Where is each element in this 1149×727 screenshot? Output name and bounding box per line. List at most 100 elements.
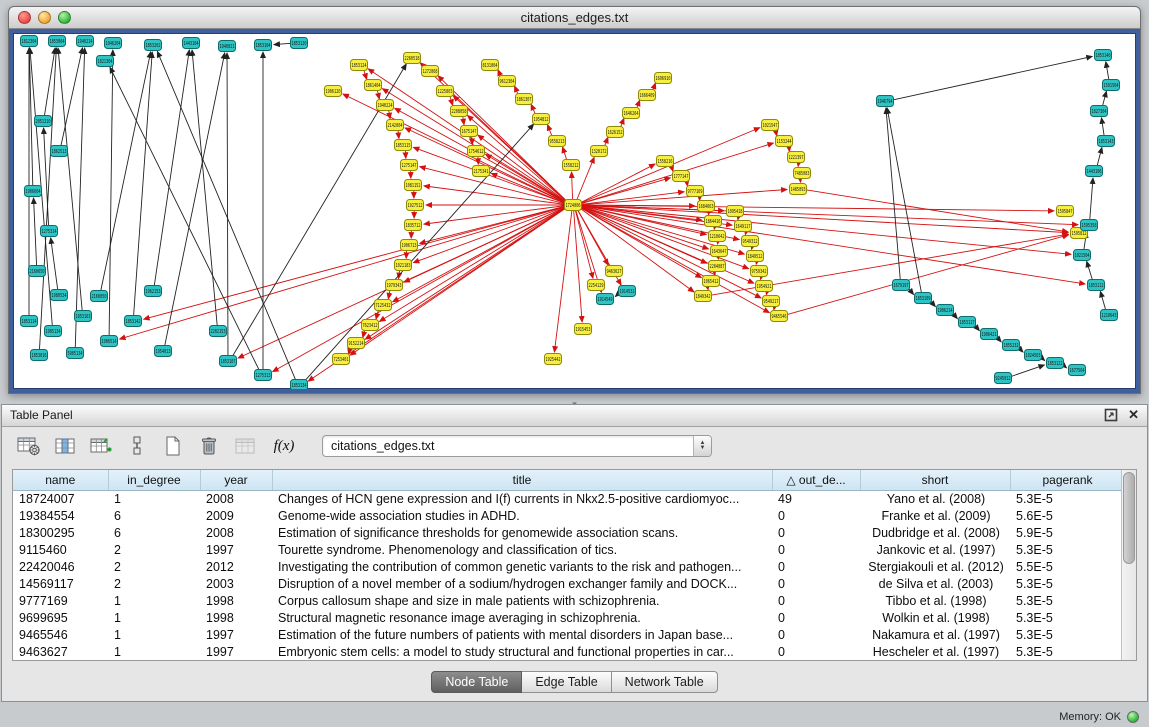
graph-node[interactable]: 1853115: [395, 140, 412, 151]
graph-node[interactable]: 1861307: [516, 94, 533, 105]
graph-node[interactable]: 1595847: [1057, 206, 1074, 217]
table-cell[interactable]: 9115460: [13, 541, 108, 558]
graph-node[interactable]: 1649117: [735, 221, 752, 232]
table-cell[interactable]: 6: [108, 507, 200, 524]
graph-node[interactable]: 1906214: [937, 305, 954, 316]
graph-edge[interactable]: [1087, 261, 1093, 280]
graph-node[interactable]: 1853134: [291, 380, 308, 390]
table-cell[interactable]: 5.3E-5: [1010, 643, 1125, 660]
graph-node[interactable]: 1095418: [727, 206, 744, 217]
graph-edge[interactable]: [44, 128, 49, 226]
graph-edge[interactable]: [192, 50, 217, 326]
table-cell[interactable]: 5.5E-5: [1010, 558, 1125, 575]
graph-node[interactable]: 1225803: [437, 86, 454, 97]
table-cell[interactable]: Tibbo et al. (1998): [860, 592, 1010, 609]
graph-node[interactable]: 1853140: [1095, 50, 1112, 61]
graph-node[interactable]: 1275314: [41, 226, 58, 237]
graph-edge[interactable]: [365, 208, 566, 340]
graph-edge[interactable]: [893, 56, 1092, 100]
graph-node[interactable]: 1684663: [698, 201, 715, 212]
table-cell[interactable]: Estimation of significance thresholds fo…: [272, 524, 772, 541]
graph-node[interactable]: 1666409: [639, 90, 656, 101]
graph-edge[interactable]: [34, 198, 37, 266]
graph-node[interactable]: 1443106: [1086, 166, 1103, 177]
table-cell[interactable]: de Silva et al. (2003): [860, 575, 1010, 592]
network-canvas[interactable]: 1724006185312418614041940224214200418531…: [13, 33, 1136, 389]
graph-edge[interactable]: [51, 238, 58, 290]
graph-node[interactable]: 2208058: [451, 106, 468, 117]
table-cell[interactable]: Yano et al. (2008): [860, 490, 1010, 507]
graph-node[interactable]: 1675147: [461, 126, 478, 137]
new-column-icon[interactable]: [88, 434, 114, 458]
graph-node[interactable]: 7623412: [362, 320, 379, 331]
tab-edge-table[interactable]: Edge Table: [522, 671, 611, 693]
delete-table-icon[interactable]: [196, 434, 222, 458]
graph-node[interactable]: 1210642: [709, 231, 726, 242]
graph-edge[interactable]: [1011, 365, 1045, 377]
table-row[interactable]: 977716911998Corpus callosum shape and si…: [13, 592, 1125, 609]
graph-edge[interactable]: [58, 48, 82, 311]
graph-node[interactable]: 1558216: [657, 156, 674, 167]
graph-node[interactable]: 8131004: [482, 60, 499, 71]
table-cell[interactable]: 0: [772, 626, 860, 643]
graph-edge[interactable]: [467, 115, 566, 201]
graph-node[interactable]: 1853124: [351, 60, 368, 71]
table-cell[interactable]: Hescheler et al. (1997): [860, 643, 1010, 660]
close-panel-icon[interactable]: ✕: [1128, 408, 1139, 422]
graph-edge[interactable]: [273, 207, 566, 371]
graph-node[interactable]: 1853143: [1098, 136, 1115, 147]
graph-node[interactable]: 1914549: [597, 294, 614, 305]
table-row[interactable]: 2242004622012Investigating the contribut…: [13, 558, 1125, 575]
graph-node[interactable]: 1677504: [1069, 365, 1086, 376]
graph-node[interactable]: 1626152: [607, 127, 624, 138]
graph-node[interactable]: 1954921: [756, 281, 773, 292]
table-cell[interactable]: 5.3E-5: [1010, 490, 1125, 507]
graph-edge[interactable]: [1100, 291, 1105, 310]
table-cell[interactable]: 2: [108, 575, 200, 592]
graph-node[interactable]: 9549312: [742, 236, 759, 247]
graph-node[interactable]: 1853120: [291, 38, 308, 49]
graph-edge[interactable]: [581, 205, 1071, 254]
graph-edge[interactable]: [438, 76, 567, 202]
table-cell[interactable]: 0: [772, 558, 860, 575]
table-row[interactable]: 946554611997Estimation of the future num…: [13, 626, 1125, 643]
graph-edge[interactable]: [420, 167, 566, 204]
graph-node[interactable]: 2142004: [387, 120, 404, 131]
table-cell[interactable]: 5.3E-5: [1010, 626, 1125, 643]
scrollbar-thumb[interactable]: [1123, 472, 1135, 564]
graph-node[interactable]: 9558213: [549, 136, 566, 147]
graph-node[interactable]: 1853163: [75, 311, 92, 322]
graph-node[interactable]: 1924503: [1025, 350, 1042, 361]
graph-node[interactable]: 1853202: [145, 40, 162, 51]
graph-node[interactable]: 1906713: [401, 240, 418, 251]
graph-node[interactable]: 1272068: [422, 66, 439, 77]
graph-node[interactable]: 1679197: [893, 280, 910, 291]
table-cell[interactable]: 5.3E-5: [1010, 609, 1125, 626]
graph-node[interactable]: 2260518: [404, 53, 421, 64]
table-cell[interactable]: Disruption of a novel member of a sodium…: [272, 575, 772, 592]
table-cell[interactable]: 1997: [200, 541, 272, 558]
table-cell[interactable]: Structural magnetic resonance image aver…: [272, 609, 772, 626]
graph-node[interactable]: 1853109: [915, 293, 932, 304]
zoom-window-button[interactable]: [58, 11, 71, 24]
table-cell[interactable]: 49: [772, 490, 860, 507]
graph-node[interactable]: 7485083: [794, 168, 811, 179]
graph-node[interactable]: 2051310: [35, 116, 52, 127]
graph-node[interactable]: 1954812: [533, 114, 550, 125]
graph-node[interactable]: 1906120: [325, 86, 342, 97]
graph-node[interactable]: 1153244: [776, 136, 793, 147]
table-cell[interactable]: 0: [772, 575, 860, 592]
graph-edge[interactable]: [420, 63, 567, 202]
graph-node[interactable]: 1906514: [101, 336, 118, 347]
table-cell[interactable]: Jankovic et al. (1997): [860, 541, 1010, 558]
table-cell[interactable]: 0: [772, 524, 860, 541]
graph-node[interactable]: 1821304: [97, 56, 114, 67]
graph-node[interactable]: 1021547: [762, 120, 779, 131]
graph-edge[interactable]: [101, 52, 151, 291]
graph-node[interactable]: 2204087: [709, 261, 726, 272]
graph-node[interactable]: 9759342: [751, 266, 768, 277]
column-header[interactable]: short: [860, 470, 1010, 490]
column-header[interactable]: name: [13, 470, 108, 490]
graph-node[interactable]: 1853114: [21, 316, 38, 327]
panel-splitter[interactable]: ▾: [0, 394, 1149, 404]
